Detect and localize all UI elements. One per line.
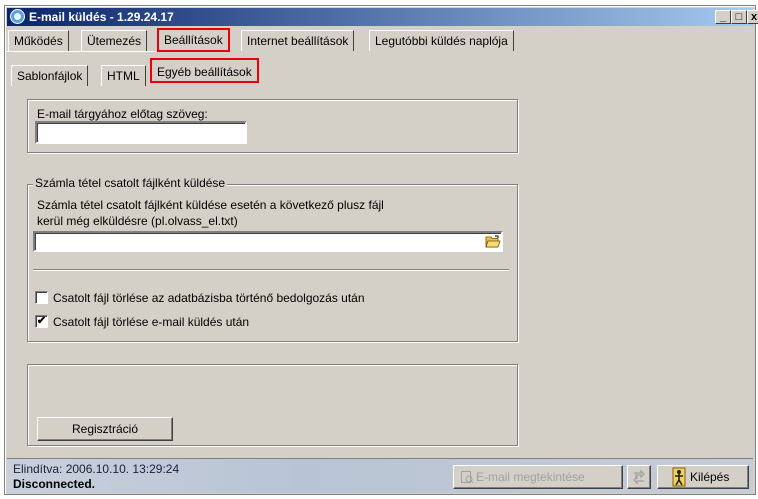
exit-person-icon	[672, 467, 686, 487]
extra-file-input[interactable]	[33, 231, 503, 252]
view-email-button[interactable]: E-mail megtekintése	[453, 465, 623, 489]
started-timestamp: Elindítva: 2006.10.10. 13:29:24	[13, 462, 180, 476]
document-view-icon	[461, 471, 474, 484]
subject-prefix-label: E-mail tárgyához előtag szöveg:	[37, 107, 208, 121]
registration-button[interactable]: Regisztráció	[37, 417, 173, 441]
minimize-button[interactable]: _	[715, 10, 731, 24]
close-button[interactable]: x	[747, 10, 758, 24]
status-bar: Elindítva: 2006.10.10. 13:29:24 Disconne…	[7, 458, 753, 493]
delete-after-send-label[interactable]: Csatolt fájl törlése e-mail küldés után	[53, 315, 249, 329]
maximize-button[interactable]: □	[731, 10, 747, 24]
open-folder-icon[interactable]	[485, 235, 501, 248]
app-window: E-mail küldés - 1.29.24.17 _ □ x Működés…	[4, 5, 758, 495]
tab-mukodes[interactable]: Működés	[8, 30, 69, 51]
separator	[33, 269, 509, 271]
tab-sablonfajlok[interactable]: Sablonfájlok	[11, 65, 89, 86]
exit-label: Kilépés	[690, 470, 730, 484]
tab-legutobbi-kuldes-naploja[interactable]: Legutóbbi küldés naplója	[369, 30, 514, 51]
email-view-label: E-mail megtekintése	[476, 470, 585, 484]
app-icon	[10, 9, 25, 24]
tab-html[interactable]: HTML	[101, 65, 146, 86]
delete-after-send-checkbox[interactable]: ✔	[35, 315, 48, 328]
window-title: E-mail küldés - 1.29.24.17	[29, 10, 174, 24]
tab-row-edge	[6, 51, 156, 52]
delete-after-import-checkbox[interactable]	[35, 291, 48, 304]
attachment-description-line1: Számla tétel csatolt fájlként küldése es…	[37, 198, 384, 212]
tab-beallitasok[interactable]: Beállítások	[157, 28, 230, 52]
tab-utemezes[interactable]: Ütemezés	[81, 30, 148, 51]
connection-status: Disconnected.	[13, 477, 96, 491]
tab-egyeb-beallitasok[interactable]: Egyéb beállítások	[150, 58, 259, 83]
subject-prefix-input[interactable]	[35, 121, 247, 144]
delete-after-import-label[interactable]: Csatolt fájl törlése az adatbázisba tört…	[53, 291, 365, 305]
refresh-icon	[633, 469, 645, 485]
tab-internet-beallitasok[interactable]: Internet beállítások	[241, 30, 355, 51]
refresh-button[interactable]	[627, 465, 651, 489]
attachment-description-line2: kerül még elküldésre (pl.olvass_el.txt)	[37, 214, 238, 228]
attachment-group-legend: Számla tétel csatolt fájlként küldése	[33, 176, 228, 190]
title-bar[interactable]: E-mail küldés - 1.29.24.17 _ □ x	[7, 8, 758, 26]
